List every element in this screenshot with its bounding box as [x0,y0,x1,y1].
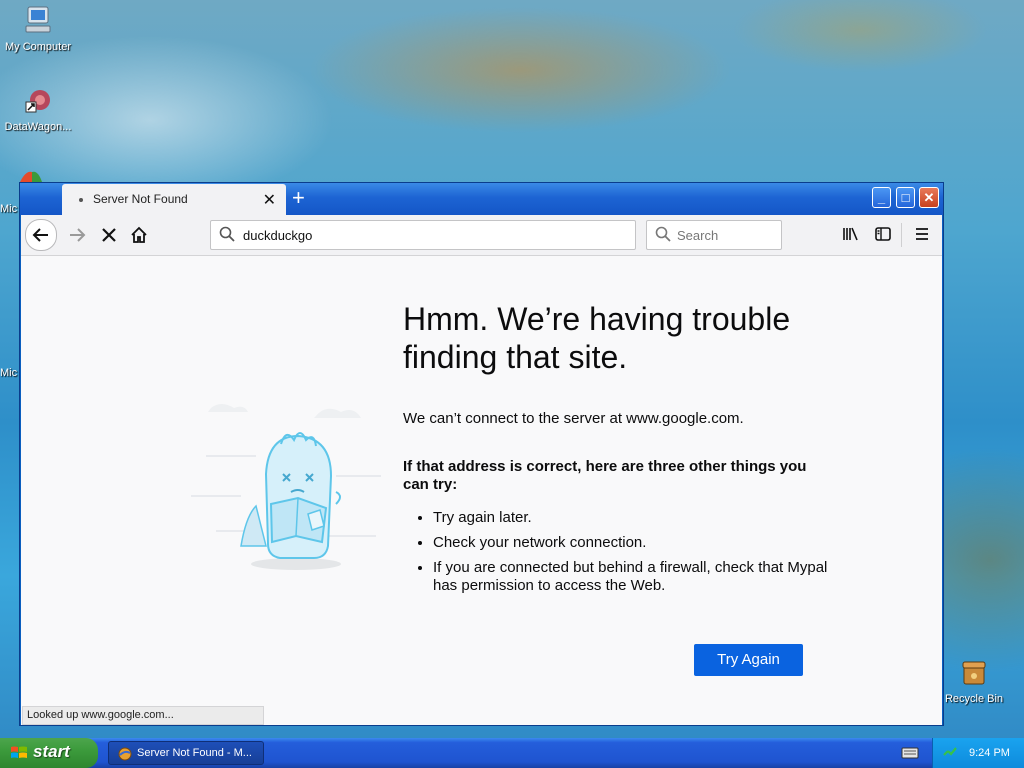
computer-icon [25,6,51,33]
sidebar-icon [875,227,891,241]
tab-close-icon[interactable]: ✕ [263,190,276,210]
desktop-icon-label: DataWagon... [4,121,72,133]
stop-button[interactable] [95,221,123,249]
start-label: start [33,742,70,761]
forward-button[interactable] [63,221,91,249]
navigation-toolbar: duckduckgo Search [21,215,942,256]
list-item: Check your network connection. [433,534,833,552]
new-tab-button[interactable]: + [292,185,305,211]
desktop-icon-label: My Computer [4,41,72,53]
home-button[interactable] [125,221,153,249]
datawagon-icon [25,90,50,113]
close-window-button[interactable]: ✕ [919,187,939,208]
taskbar-item-browser[interactable]: Server Not Found - M... [108,741,264,765]
error-page: Hmm. We’re having trouble finding that s… [21,256,942,725]
desktop-icon-datawagon[interactable]: DataWagon... [0,84,76,133]
browser-window: Server Not Found ✕ + _ □ ✕ duckduckgo Se… [19,182,944,726]
toolbar-divider [901,223,902,247]
tab-title: Server Not Found [93,192,188,206]
suggestion-list: Try again later. Check your network conn… [403,509,833,602]
keyboard-icon[interactable] [901,746,919,760]
taskbar: start Server Not Found - M... 9:24 PM [0,738,1024,768]
desktop-icon-label: Recycle Bin [944,693,1004,705]
desktop-icon-partial-label[interactable]: Mic [0,203,17,215]
system-tray: 9:24 PM [932,738,1024,768]
hamburger-menu-icon [916,228,928,240]
error-illustration-icon [191,404,381,570]
taskbar-item-label: Server Not Found - M... [137,747,252,759]
start-button[interactable]: start [0,738,98,768]
minimize-icon: _ [877,190,886,205]
loading-dot-icon [79,198,83,202]
maximize-icon: □ [901,190,910,205]
list-item: If you are connected but behind a firewa… [433,559,833,595]
recycle-bin-icon [962,661,986,685]
search-input[interactable]: Search [646,220,782,250]
maximize-button[interactable]: □ [896,187,915,208]
tab-server-not-found[interactable]: Server Not Found ✕ [62,184,286,215]
windows-logo-icon [11,746,27,758]
arrow-right-icon [70,228,86,242]
try-again-button[interactable]: Try Again [694,644,803,676]
error-title: Hmm. We’re having trouble finding that s… [403,301,791,375]
home-icon [131,226,147,243]
minimize-button[interactable]: _ [872,187,891,208]
url-bar[interactable]: duckduckgo [210,220,636,250]
network-icon[interactable] [942,745,958,761]
list-item: Try again later. [433,509,833,527]
title-bar[interactable]: Server Not Found ✕ + _ □ ✕ [20,183,943,215]
url-value: duckduckgo [243,228,313,243]
arrow-left-icon [32,228,48,242]
clock[interactable]: 9:24 PM [969,747,1010,759]
browser-app-icon [118,747,132,761]
close-icon: ✕ [923,190,935,205]
search-icon [219,226,235,242]
search-placeholder: Search [677,228,719,243]
sidebar-button[interactable] [872,223,894,245]
desktop-icon-my-computer[interactable]: My Computer [0,4,76,53]
stop-x-icon [102,228,116,242]
error-description: We can’t connect to the server at www.go… [403,410,744,427]
desktop-icon-partial-label[interactable]: Mic [0,367,17,379]
error-subtitle: If that address is correct, here are thr… [403,458,807,493]
library-icon [843,227,858,241]
status-bar: Looked up www.google.com... [22,706,264,725]
menu-button[interactable] [911,223,933,245]
back-button[interactable] [25,219,57,251]
search-icon [655,226,671,242]
microsoft-app-icon[interactable] [18,170,44,182]
desktop-icon-recycle-bin[interactable]: Recycle Bin [936,656,1012,705]
library-button[interactable] [840,223,862,245]
